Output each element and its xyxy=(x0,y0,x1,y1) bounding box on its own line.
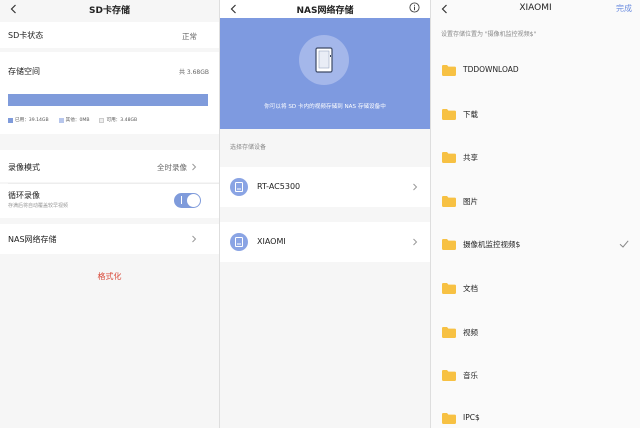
nas-hero-banner: 你可以将 SD 卡内的视频存储到 NAS 存储设备中 xyxy=(220,18,430,129)
folder-item[interactable]: 音乐 xyxy=(431,361,640,391)
sd-status-value: 正常 xyxy=(182,32,197,41)
free-swatch xyxy=(99,117,105,123)
page-title: SD卡存储 xyxy=(89,6,130,16)
folder-item[interactable]: 文档 xyxy=(431,274,640,304)
used-swatch xyxy=(8,117,13,123)
done-button[interactable]: 完成 xyxy=(616,3,632,14)
section-label: 选择存储设备 xyxy=(230,144,267,151)
folder-picker-panel: XIAOMI 完成 设置存储位置为 "摄像机监控视频$" TDDOWNLOAD … xyxy=(431,0,640,428)
storage-location-hint: 设置存储位置为 "摄像机监控视频$" xyxy=(441,31,537,38)
folder-icon xyxy=(442,109,456,120)
page-title: XIAOMI xyxy=(519,3,552,13)
check-icon xyxy=(619,239,629,249)
folder-icon xyxy=(442,239,456,250)
chevron-right-icon xyxy=(191,163,197,171)
toggle-on-mark xyxy=(181,196,182,204)
storage-usage-bar xyxy=(8,94,208,106)
folder-icon xyxy=(442,370,456,381)
chevron-right-icon xyxy=(412,238,418,246)
folder-icon xyxy=(442,152,456,163)
record-mode-row[interactable]: 录像模式 全时录像 xyxy=(0,150,219,182)
storage-label: 存储空间 xyxy=(8,67,40,76)
drive-icon xyxy=(230,233,248,251)
folder-item[interactable]: 共享 xyxy=(431,143,640,173)
folder-name: 共享 xyxy=(463,153,478,162)
device-name: XIAOMI xyxy=(257,237,286,246)
record-mode-label: 录像模式 xyxy=(8,163,40,172)
loop-record-description: 存满后将自动覆盖较早视频 xyxy=(8,203,69,209)
storage-total: 共 3.68GB xyxy=(178,69,209,76)
legend-other: 其他：0MB xyxy=(65,118,90,123)
folder-name: IPC$ xyxy=(463,413,480,422)
folder-item[interactable]: 图片 xyxy=(431,187,640,217)
legend-free: 可用：3.48GB xyxy=(106,118,138,123)
record-mode-value: 全时录像 xyxy=(157,163,187,172)
device-item-xiaomi[interactable]: XIAOMI xyxy=(220,222,430,262)
info-icon[interactable] xyxy=(409,2,420,13)
nas-device-icon xyxy=(315,47,333,73)
header: XIAOMI 完成 xyxy=(431,0,640,18)
sd-status-row: SD卡状态 正常 xyxy=(0,22,219,48)
folder-icon xyxy=(442,65,456,76)
loop-record-label: 循环录像 xyxy=(8,191,40,200)
folder-item[interactable]: IPC$ xyxy=(431,404,640,428)
chevron-right-icon xyxy=(412,183,418,191)
header: SD卡存储 xyxy=(0,0,219,18)
loop-record-toggle[interactable] xyxy=(174,193,201,208)
nas-storage-panel: NAS网络存储 你可以将 SD 卡内的视频存储到 NAS 存储设备中 选择存储设… xyxy=(220,0,430,428)
page-title: NAS网络存储 xyxy=(296,6,354,16)
folder-name: 视频 xyxy=(463,328,478,337)
sd-card-storage-panel: SD卡存储 SD卡状态 正常 存储空间 共 3.68GB 已用：39.14GB … xyxy=(0,0,219,428)
folder-item-selected[interactable]: 摄像机监控视频$ xyxy=(431,230,640,260)
sd-status-label: SD卡状态 xyxy=(8,31,44,40)
storage-legend: 已用：39.14GB 其他：0MB 可用：3.48GB xyxy=(8,117,137,123)
hero-message: 你可以将 SD 卡内的视频存储到 NAS 存储设备中 xyxy=(264,104,386,110)
legend-used: 已用：39.14GB xyxy=(15,118,49,123)
folder-item[interactable]: 下载 xyxy=(431,100,640,130)
chevron-right-icon xyxy=(191,235,197,243)
folder-icon xyxy=(442,413,456,424)
device-item-rt-ac5300[interactable]: RT-AC5300 xyxy=(220,167,430,207)
folder-name: 图片 xyxy=(463,197,478,206)
folder-name: TDDOWNLOAD xyxy=(463,65,519,74)
folder-item[interactable]: TDDOWNLOAD xyxy=(431,56,640,86)
drive-icon xyxy=(230,178,248,196)
folder-item[interactable]: 视频 xyxy=(431,318,640,348)
format-button[interactable]: 格式化 xyxy=(0,271,219,282)
nas-storage-row[interactable]: NAS网络存储 xyxy=(0,224,219,254)
toggle-knob xyxy=(187,194,200,207)
folder-icon xyxy=(442,283,456,294)
folder-icon xyxy=(442,196,456,207)
folder-icon xyxy=(442,327,456,338)
nas-storage-label: NAS网络存储 xyxy=(8,235,57,244)
other-swatch xyxy=(58,117,64,123)
device-name: RT-AC5300 xyxy=(257,182,301,191)
folder-name: 摄像机监控视频$ xyxy=(463,240,521,249)
folder-name: 下载 xyxy=(463,110,478,119)
header: NAS网络存储 xyxy=(220,0,430,18)
folder-name: 音乐 xyxy=(463,371,478,380)
folder-name: 文档 xyxy=(463,284,478,293)
